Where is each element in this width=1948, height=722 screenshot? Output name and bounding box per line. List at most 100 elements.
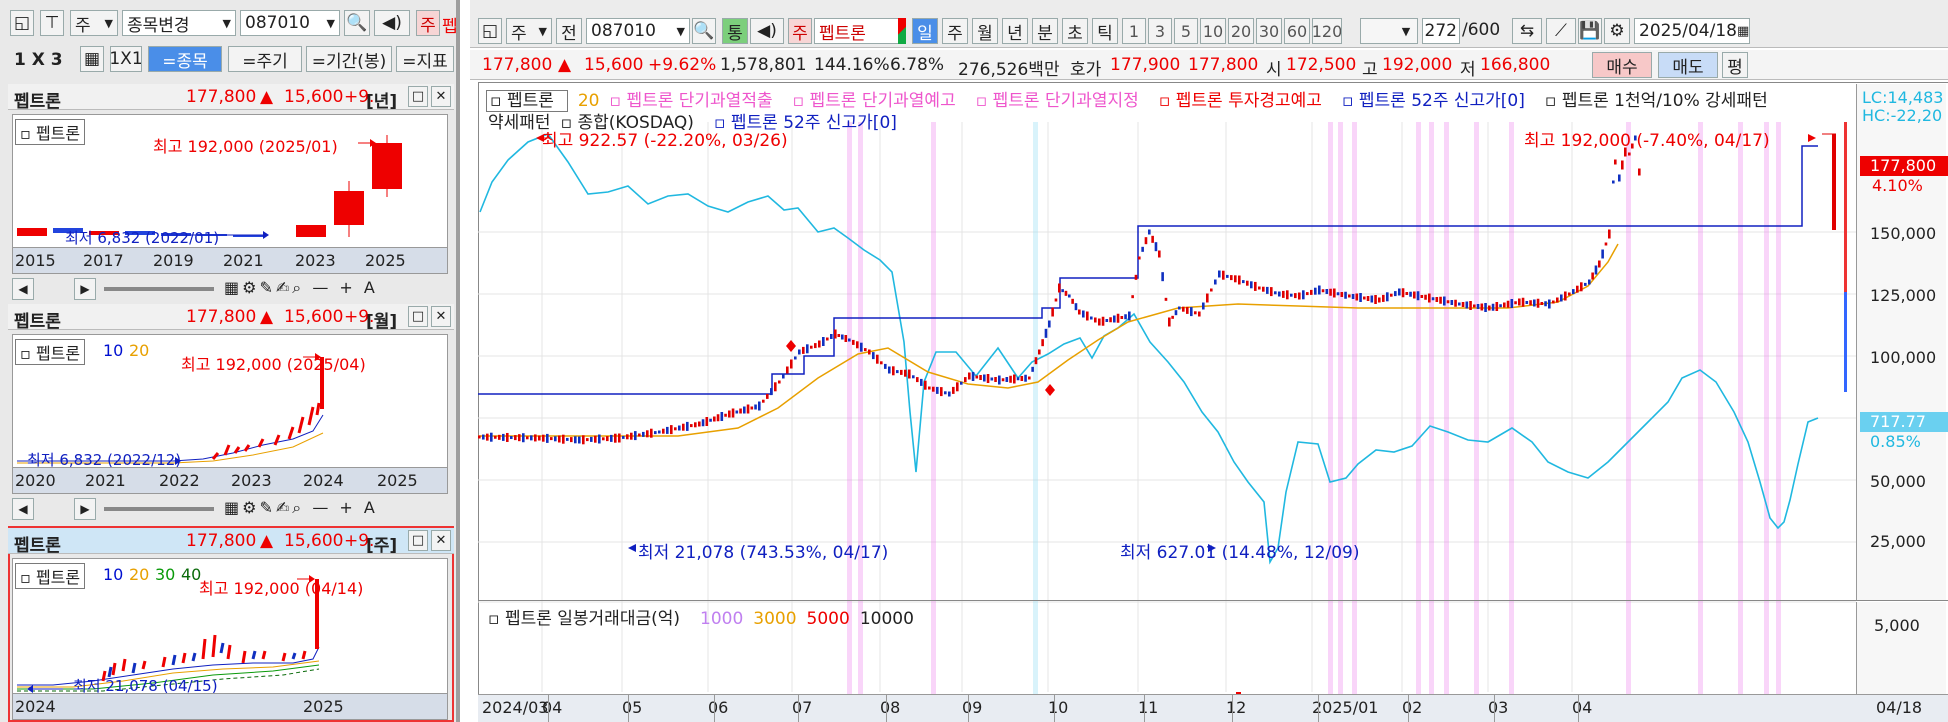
- sync-symbol-button[interactable]: =종목: [148, 46, 222, 72]
- search-icon[interactable]: 🔍: [344, 10, 370, 36]
- interval-button-120[interactable]: 120: [1312, 18, 1342, 44]
- price-candle: [698, 421, 701, 427]
- quote-ask: 177,900: [1110, 55, 1181, 75]
- avg-button[interactable]: 평: [1722, 52, 1748, 78]
- period-tab-월[interactable]: 월: [972, 18, 998, 44]
- stock-type-button[interactable]: 주: [788, 18, 812, 44]
- price-candle: [713, 416, 716, 422]
- signal-diamond: [786, 340, 796, 352]
- draw-icon[interactable]: ⟋: [1546, 18, 1576, 44]
- period-tab-주[interactable]: 주: [942, 18, 968, 44]
- code-input[interactable]: 087010 ▼: [240, 10, 340, 36]
- price-candle: [1242, 280, 1245, 284]
- mode-select[interactable]: 주 ▼: [70, 10, 118, 36]
- stock-name-field[interactable]: 펩트론: [814, 18, 906, 44]
- interval-button-30[interactable]: 30: [1256, 18, 1282, 44]
- panel-month-scrollbar[interactable]: ◀ ▶ ▦⚙✎✍⌕ — + A: [12, 498, 448, 522]
- price-high-note: 최고 192,000 (-7.40%, 04/17): [1524, 131, 1770, 151]
- maximize-icon[interactable]: □: [408, 86, 428, 107]
- gear-icon[interactable]: ⚙: [1604, 18, 1630, 44]
- price-candle: [900, 369, 903, 375]
- legend-item[interactable]: ▫ 펩트론 일봉거래대금(억): [488, 609, 690, 629]
- search-icon[interactable]: 🔍: [692, 18, 716, 44]
- event-marker: [858, 122, 863, 722]
- price-candle: [618, 433, 621, 443]
- legend-text: 펩트론 투자경고예고: [1175, 91, 1322, 111]
- panel-year-chart[interactable]: ▫ 펩트론 최고 192,000 (2025/01) 최저 6,832 (202…: [12, 114, 448, 274]
- tool-icons[interactable]: ▦⚙✎✍⌕ — + A: [224, 498, 378, 518]
- close-icon[interactable]: ✕: [431, 530, 451, 551]
- one-by-one-button[interactable]: 1X1: [110, 46, 142, 72]
- stock-icon[interactable]: 주: [416, 10, 440, 36]
- price-candle: [743, 406, 746, 414]
- main-code-input[interactable]: 087010 ▼: [586, 18, 690, 44]
- date-picker[interactable]: 2025/04/18 ▦: [1634, 18, 1750, 44]
- close-icon[interactable]: ✕: [431, 306, 451, 327]
- close-icon[interactable]: ✕: [431, 86, 451, 107]
- interval-button-1[interactable]: 1: [1122, 18, 1146, 44]
- scroll-left-icon[interactable]: ◀: [12, 498, 34, 520]
- legend-item[interactable]: ▫ 펩트론 단기과열지정: [976, 91, 1149, 111]
- y-tick: 150,000: [1870, 224, 1937, 243]
- save-icon[interactable]: 💾: [1578, 18, 1602, 44]
- zoom-slider[interactable]: [104, 287, 214, 291]
- panel-month-chart[interactable]: ▫ 펩트론 10 20 최고 192,000 (2025/04) 최저 6,83…: [12, 334, 448, 494]
- x-axis[interactable]: [478, 694, 1948, 722]
- zoom-slider[interactable]: [104, 507, 214, 511]
- period-tab-일[interactable]: 일: [912, 18, 938, 44]
- annotation-arrowhead: [628, 544, 636, 552]
- maximize-icon[interactable]: □: [408, 530, 428, 551]
- pin-icon[interactable]: ⊤: [40, 10, 64, 36]
- tong-button[interactable]: 통: [722, 18, 748, 44]
- sync-range-button[interactable]: =기간(봉): [306, 46, 392, 72]
- sync-period-button[interactable]: =주기: [228, 46, 302, 72]
- sync-indicator-button[interactable]: =지표: [396, 46, 454, 72]
- window-icon[interactable]: ◱: [478, 18, 502, 44]
- sell-button[interactable]: 매도: [1658, 52, 1718, 78]
- interval-button-3[interactable]: 3: [1148, 18, 1172, 44]
- symbol-change-select[interactable]: 종목변경 ▼: [122, 10, 236, 36]
- scroll-right-icon[interactable]: ▶: [74, 498, 96, 520]
- legend-item[interactable]: ▫ 펩트론 투자경고예고: [1159, 91, 1332, 111]
- price-candle: [1120, 316, 1124, 319]
- tool-icons[interactable]: ▦⚙✎✍⌕ — + A: [224, 278, 378, 298]
- main-mode-select[interactable]: 주 ▼: [506, 18, 552, 44]
- panel-week-chart[interactable]: ▫ 펩트론 10 20 30 40 최고 192,000 (04/14) 최저 …: [12, 558, 448, 720]
- period-tab-분[interactable]: 분: [1032, 18, 1058, 44]
- maximize-icon[interactable]: □: [408, 306, 428, 327]
- price-candle: [678, 425, 681, 431]
- bar-count-input[interactable]: 272: [1422, 18, 1460, 44]
- buy-button[interactable]: 매수: [1592, 52, 1652, 78]
- period-tab-년[interactable]: 년: [1002, 18, 1028, 44]
- interval-button-10[interactable]: 10: [1200, 18, 1226, 44]
- interval-button-5[interactable]: 5: [1174, 18, 1198, 44]
- interval-button-20[interactable]: 20: [1228, 18, 1254, 44]
- new-high-line: [478, 145, 1818, 395]
- panel-year-scrollbar[interactable]: ◀ ▶ ▦⚙✎✍⌕ — + A: [12, 278, 448, 302]
- price-candle: [814, 343, 817, 349]
- layout-label[interactable]: 1 X 3: [14, 50, 63, 70]
- price-candle: [1038, 349, 1041, 355]
- price-candle: [1206, 293, 1209, 303]
- price-candle: [622, 435, 625, 439]
- sound-icon[interactable]: ◀): [374, 10, 410, 36]
- price-candle: [1109, 317, 1112, 323]
- price-candle: [1182, 306, 1185, 312]
- scroll-left-icon[interactable]: ◀: [12, 278, 34, 300]
- interval-button-60[interactable]: 60: [1284, 18, 1310, 44]
- legend-item[interactable]: ▫ 펩트론 52주 신고가[0]: [1342, 91, 1535, 111]
- chevron-down-icon: ▼: [326, 16, 335, 30]
- sound-icon[interactable]: ◀): [750, 18, 784, 44]
- period-tab-틱[interactable]: 틱: [1092, 18, 1118, 44]
- window-icon[interactable]: ◱: [10, 10, 34, 36]
- price-candle: [848, 338, 851, 342]
- pane-divider[interactable]: [478, 600, 1948, 601]
- period-tab-초[interactable]: 초: [1062, 18, 1088, 44]
- price-candle: [690, 424, 693, 428]
- legend-item[interactable]: ▫ 펩트론 1천억/10% 강세패턴: [1545, 91, 1778, 111]
- prev-button[interactable]: 전: [556, 18, 582, 44]
- grid-icon[interactable]: ▦: [80, 46, 104, 72]
- scroll-right-icon[interactable]: ▶: [74, 278, 96, 300]
- custom-interval-select[interactable]: ▼: [1360, 18, 1418, 44]
- compare-icon[interactable]: ⇆: [1512, 18, 1542, 44]
